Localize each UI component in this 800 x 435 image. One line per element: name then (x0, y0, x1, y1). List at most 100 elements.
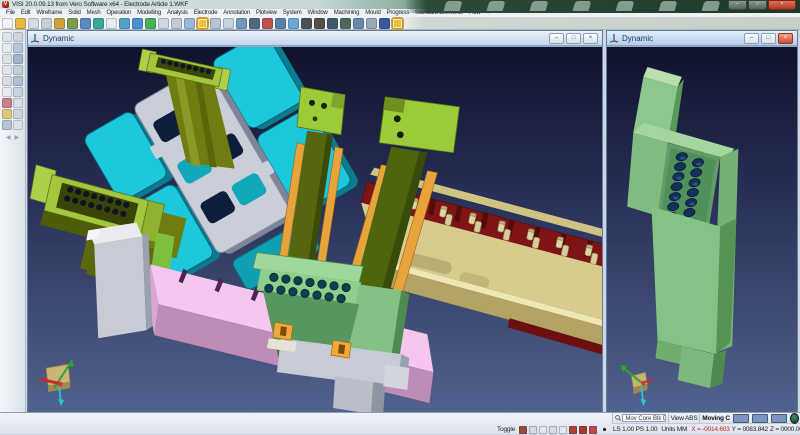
drill-wizard-icon[interactable] (340, 17, 351, 29)
coordinate-system-field[interactable]: Mov Core Blk Dtm (622, 414, 666, 422)
viewport-close-button[interactable]: × (778, 33, 793, 44)
delete-entity-icon[interactable] (262, 17, 273, 29)
red-tool-icon-2[interactable] (579, 425, 587, 434)
menu-item[interactable]: Electrode (191, 9, 221, 16)
viewport-minimize-button[interactable]: – (549, 33, 564, 44)
open-file-icon[interactable] (15, 17, 26, 29)
statusbar-right-bottom: LS 1.00 PS 1.00 Units MM X = -0014.603 Y… (612, 424, 800, 435)
menu-item[interactable]: Mesh (84, 9, 104, 16)
toggle-label[interactable]: Toggle (497, 426, 515, 433)
layer-tool-icon[interactable] (13, 98, 23, 108)
menu-item[interactable]: Annotation (220, 9, 253, 16)
menu-item[interactable]: Analysis (164, 9, 191, 16)
view-mode-label[interactable]: View ABS (671, 415, 698, 422)
menu-item[interactable]: Window (305, 9, 331, 16)
menu-item[interactable]: Plotview (253, 9, 280, 16)
save-file-icon[interactable] (28, 17, 39, 29)
view-mode-icon[interactable] (196, 16, 209, 30)
clamp-tool-icon[interactable] (366, 17, 377, 29)
arc-tool-icon[interactable] (13, 54, 23, 64)
menu-item[interactable]: Modelling (134, 9, 164, 16)
viewport-restore-button[interactable]: □ (761, 33, 776, 44)
light-tool-icon[interactable] (2, 109, 12, 119)
machining-setup-icon[interactable] (301, 17, 312, 29)
selection-tool-icon[interactable] (2, 32, 12, 42)
text-tool-icon[interactable] (13, 87, 23, 97)
search-icon[interactable] (615, 414, 622, 422)
view-tool-icon[interactable] (13, 109, 23, 119)
menu-item[interactable]: File (3, 9, 18, 16)
dimension-tool-icon[interactable] (2, 87, 12, 97)
circle-tool-icon[interactable] (2, 65, 12, 75)
top-view-icon[interactable] (236, 17, 247, 29)
range-block-2[interactable] (751, 413, 768, 423)
curve-tool-icon[interactable] (13, 65, 23, 75)
stock-model-icon[interactable] (327, 17, 338, 29)
dynamic-rotate-icon[interactable] (145, 17, 156, 29)
snap-settings-icon[interactable] (288, 17, 299, 29)
menu-item[interactable]: Operation (104, 9, 135, 16)
disabled-tool-icon-1[interactable] (539, 425, 547, 434)
pan-tool-icon[interactable] (2, 43, 12, 53)
toolpath-icon[interactable] (314, 17, 325, 29)
maximize-button[interactable]: □ (748, 0, 767, 10)
menu-item[interactable]: Mould (362, 9, 383, 16)
grid-tool-icon[interactable] (2, 120, 12, 130)
pan-view-icon[interactable] (158, 17, 169, 29)
undo-icon[interactable] (132, 17, 143, 29)
plot-icon[interactable] (80, 17, 91, 29)
flag-b-icon[interactable] (529, 425, 537, 434)
range-block-1[interactable] (732, 413, 749, 423)
print-icon[interactable] (41, 17, 52, 29)
dynamic-view-icon (30, 34, 40, 43)
front-view-icon[interactable] (223, 17, 234, 29)
minimize-button[interactable]: – (728, 0, 747, 10)
isometric-view-icon[interactable] (210, 17, 221, 29)
viewport-3d-canvas-left[interactable] (28, 46, 602, 412)
viewport-titlebar-right[interactable]: Dynamic – □ × (607, 31, 797, 46)
close-button[interactable]: × (768, 0, 796, 10)
back-arrow-icon[interactable]: ◀ (6, 134, 11, 141)
disabled-tool-icon-2[interactable] (559, 425, 567, 434)
refresh-view-icon[interactable] (119, 17, 130, 29)
desktop-tab-4 (572, 1, 592, 11)
range-block-3[interactable] (770, 413, 787, 423)
moving-label[interactable]: Moving C (702, 415, 730, 422)
measure-tool-icon[interactable] (275, 17, 286, 29)
electrode-tool-icon[interactable] (353, 17, 364, 29)
simulation-icon[interactable] (379, 17, 390, 29)
titlebar-glass-panel: – □ × (405, 0, 800, 13)
line-tool-icon[interactable] (2, 54, 12, 64)
viewport-restore-button[interactable]: □ (566, 33, 581, 44)
menu-item[interactable]: Solid (65, 9, 83, 16)
zoom-tool-icon[interactable] (13, 32, 23, 42)
menu-item[interactable]: System (280, 9, 305, 16)
zoom-extents-icon[interactable] (184, 17, 195, 29)
section-view-icon[interactable] (249, 17, 260, 29)
menu-item[interactable]: Machining (331, 9, 363, 16)
red-tool-icon-3[interactable] (589, 425, 597, 434)
import-cad-icon[interactable] (54, 17, 65, 29)
flow-analysis-icon[interactable] (391, 16, 404, 30)
new-window-icon[interactable] (106, 17, 117, 29)
viewport-titlebar-left[interactable]: Dynamic – □ × (28, 31, 602, 46)
color-tool-icon[interactable] (2, 98, 12, 108)
viewport-close-button[interactable]: × (583, 33, 598, 44)
surface-tool-icon[interactable] (2, 76, 12, 86)
globe-icon[interactable] (789, 412, 800, 424)
forward-arrow-icon[interactable]: ▶ (15, 134, 20, 141)
red-tool-icon-1[interactable] (569, 425, 577, 434)
export-cad-icon[interactable] (67, 17, 78, 29)
solid-tool-icon[interactable] (13, 76, 23, 86)
delete-x-icon[interactable] (549, 425, 557, 434)
viewport-minimize-button[interactable]: – (744, 33, 759, 44)
menu-item[interactable]: Wireframe (33, 9, 65, 16)
viewport-3d-canvas-right[interactable] (607, 46, 797, 412)
zoom-window-icon[interactable] (171, 17, 182, 29)
materials-sphere-icon[interactable] (93, 17, 104, 29)
print-status-icon[interactable] (519, 425, 527, 434)
point-tool-icon[interactable] (13, 43, 23, 53)
menu-item[interactable]: Edit (18, 9, 34, 16)
new-file-icon[interactable] (2, 17, 13, 29)
settings-tool-icon[interactable] (13, 120, 23, 130)
